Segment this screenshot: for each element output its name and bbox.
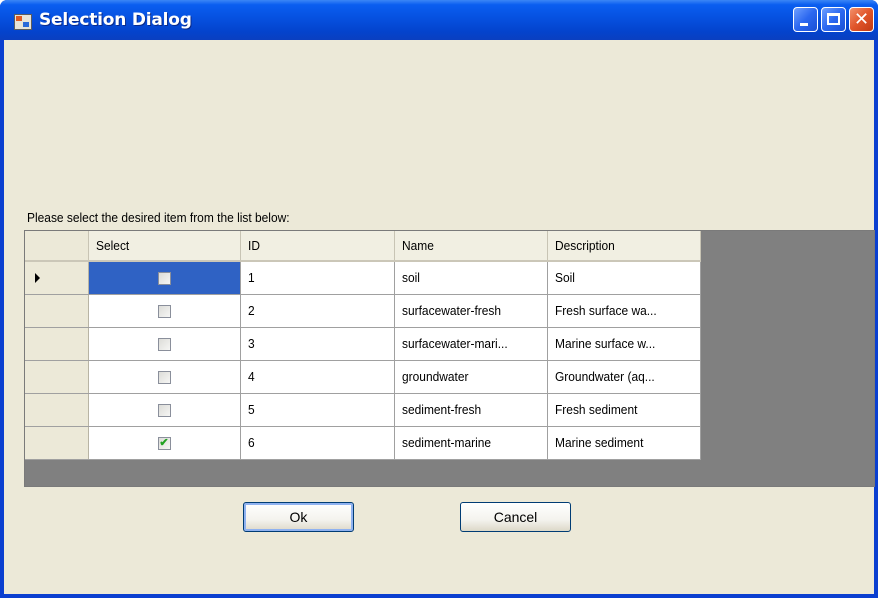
table-row[interactable]: 2 surfacewater-fresh Fresh surface wa...	[25, 294, 701, 328]
name-cell[interactable]: soil	[394, 261, 548, 295]
select-cell[interactable]: ✔	[88, 426, 241, 460]
grid-body: 1 soil Soil 2 surfacewater-fresh Fresh surfac…	[25, 261, 701, 460]
row-header[interactable]	[25, 426, 89, 460]
select-cell[interactable]	[88, 393, 241, 427]
name-cell[interactable]: surfacewater-mari...	[394, 327, 548, 361]
close-button[interactable]: ✕	[849, 7, 874, 32]
name-cell[interactable]: surfacewater-fresh	[394, 294, 548, 328]
name-cell[interactable]: groundwater	[394, 360, 548, 394]
name-cell[interactable]: sediment-fresh	[394, 393, 548, 427]
row-header[interactable]	[25, 327, 89, 361]
description-cell[interactable]: Groundwater (aq...	[547, 360, 701, 394]
checked-checkbox[interactable]: ✔	[157, 437, 171, 451]
instruction-label: Please select the desired item from the …	[27, 210, 290, 225]
column-header-name[interactable]: Name	[394, 231, 548, 262]
unchecked-checkbox[interactable]	[157, 404, 171, 418]
minimize-button[interactable]	[793, 7, 818, 32]
unchecked-checkbox[interactable]	[157, 272, 171, 286]
select-cell[interactable]	[88, 360, 241, 394]
maximize-button[interactable]	[821, 7, 846, 32]
cancel-button[interactable]: Cancel	[460, 502, 571, 532]
table-row[interactable]: 3 surfacewater-mari... Marine surface w...	[25, 327, 701, 361]
dialog-client-area: Please select the desired item from the …	[4, 40, 875, 594]
id-cell[interactable]: 1	[240, 261, 395, 295]
unchecked-checkbox[interactable]	[157, 338, 171, 352]
column-header-id[interactable]: ID	[240, 231, 395, 262]
row-header[interactable]	[25, 294, 89, 328]
id-cell[interactable]: 6	[240, 426, 395, 460]
name-cell[interactable]: sediment-marine	[394, 426, 548, 460]
id-cell[interactable]: 3	[240, 327, 395, 361]
select-cell[interactable]	[88, 294, 241, 328]
description-cell[interactable]: Marine surface w...	[547, 327, 701, 361]
grid-table: Select ID Name Description 1 soil Soil 2 sur…	[25, 231, 701, 460]
description-cell[interactable]: Soil	[547, 261, 701, 295]
table-row[interactable]: 4 groundwater Groundwater (aq...	[25, 360, 701, 394]
table-row[interactable]: 1 soil Soil	[25, 261, 701, 295]
maximize-icon	[827, 13, 840, 25]
grid-header-row: Select ID Name Description	[25, 231, 701, 262]
minimize-icon	[800, 23, 808, 26]
id-cell[interactable]: 5	[240, 393, 395, 427]
selection-dialog-window: Selection Dialog ✕ Please select the des…	[0, 0, 878, 598]
id-cell[interactable]: 2	[240, 294, 395, 328]
select-cell[interactable]	[88, 327, 241, 361]
current-row-arrow-icon	[35, 273, 40, 283]
table-row[interactable]: 5 sediment-fresh Fresh sediment	[25, 393, 701, 427]
table-row[interactable]: ✔ 6 sediment-marine Marine sediment	[25, 426, 701, 460]
row-header[interactable]	[25, 261, 89, 295]
unchecked-checkbox[interactable]	[157, 305, 171, 319]
column-header-description[interactable]: Description	[547, 231, 701, 262]
description-cell[interactable]: Fresh sediment	[547, 393, 701, 427]
row-header[interactable]	[25, 360, 89, 394]
selection-grid[interactable]: Select ID Name Description 1 soil Soil 2 sur…	[24, 230, 875, 487]
description-cell[interactable]: Marine sediment	[547, 426, 701, 460]
id-cell[interactable]: 4	[240, 360, 395, 394]
ok-button[interactable]: Ok	[243, 502, 354, 532]
window-title: Selection Dialog	[39, 10, 192, 30]
app-icon	[14, 14, 32, 30]
row-header[interactable]	[25, 393, 89, 427]
description-cell[interactable]: Fresh surface wa...	[547, 294, 701, 328]
title-bar[interactable]: Selection Dialog ✕	[0, 0, 878, 40]
unchecked-checkbox[interactable]	[157, 371, 171, 385]
grid-corner-header	[25, 231, 89, 262]
close-icon: ✕	[853, 9, 870, 30]
select-cell[interactable]	[88, 261, 241, 295]
column-header-select[interactable]: Select	[88, 231, 241, 262]
